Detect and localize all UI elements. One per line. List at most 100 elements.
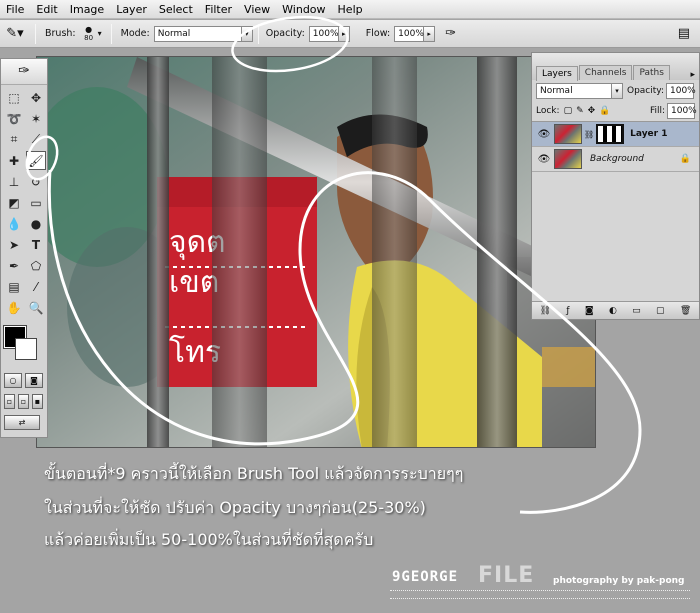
flow-label: Flow: xyxy=(365,28,391,39)
delete-layer-icon[interactable]: 🗑 xyxy=(680,306,691,316)
visibility-eye-icon[interactable]: 👁 xyxy=(536,154,552,165)
background-color-swatch[interactable] xyxy=(15,338,37,360)
layer-name: Layer 1 xyxy=(630,129,668,139)
separator xyxy=(35,23,36,44)
menu-file[interactable]: File xyxy=(0,0,30,19)
hand-tool-icon[interactable]: ✋ xyxy=(4,298,24,317)
layer-thumbnail xyxy=(554,124,582,144)
layer-thumbnail xyxy=(554,149,582,169)
gradient-tool-icon[interactable]: ▭ xyxy=(26,193,46,212)
layer-style-icon[interactable]: ƒ xyxy=(566,306,569,316)
flow-input[interactable]: 100% xyxy=(394,25,425,42)
options-bar: ✎▾ Brush: ● 80 ▾ Mode: Normal ▾ Opacity:… xyxy=(0,20,700,48)
mode-select[interactable]: Normal xyxy=(153,25,242,42)
lasso-tool-icon[interactable]: ➰ xyxy=(4,109,24,128)
separator xyxy=(110,23,112,44)
screen-mode-full-button[interactable]: ▪ xyxy=(32,394,43,409)
fill-input[interactable]: 100% xyxy=(667,103,697,119)
feather-logo-icon: ✑ xyxy=(18,63,30,79)
brush-tool-icon[interactable]: 🖌 xyxy=(26,151,46,170)
jump-to-imageready-button[interactable]: ⇄ xyxy=(4,415,40,430)
marquee-tool-icon[interactable]: ⬚ xyxy=(4,88,24,107)
brush-tool-preset-icon[interactable]: ✎▾ xyxy=(0,26,30,41)
adjustment-layer-icon[interactable]: ◐ xyxy=(609,306,617,316)
menu-filter[interactable]: Filter xyxy=(199,0,238,19)
photography-credit: photography by pak-pong xyxy=(553,576,685,586)
type-tool-icon[interactable]: T xyxy=(26,235,46,254)
clone-stamp-tool-icon[interactable]: ⊥ xyxy=(4,172,24,191)
blur-tool-icon[interactable]: 💧 xyxy=(4,214,24,233)
visibility-eye-icon[interactable]: 👁 xyxy=(536,129,552,140)
airbrush-icon[interactable]: ✑ xyxy=(445,26,456,41)
eyedropper-tool-icon[interactable]: ⁄ xyxy=(26,277,46,296)
separator xyxy=(257,23,259,44)
chain-link-icon[interactable]: ⛓ xyxy=(584,130,594,139)
fill-label: Fill: xyxy=(649,106,665,116)
caption-line-3: แล้วค่อยเพิ่มเป็น 50-100%ในส่วนที่ชัดที่… xyxy=(44,530,374,549)
brush-picker[interactable]: ● 80 xyxy=(80,24,98,42)
tab-paths[interactable]: Paths xyxy=(633,65,670,80)
toolbox: ✑ ⬚ ✥ ➰ ✶ ⌗ ⟋ ✚ 🖌 ⊥ ↺ ◩ ▭ 💧 ● ➤ T ✒ ⬠ ▤ … xyxy=(0,58,48,438)
credits-watermark: 9GEORGE FILE photography by pak-pong xyxy=(390,563,700,613)
tab-layers[interactable]: Layers xyxy=(536,66,578,81)
dodge-tool-icon[interactable]: ● xyxy=(26,214,46,233)
menu-image[interactable]: Image xyxy=(64,0,110,19)
new-layer-icon[interactable]: ▢ xyxy=(656,306,665,316)
palette-well-icon[interactable]: ▤ xyxy=(678,26,690,41)
brush-size-value: 80 xyxy=(84,33,94,42)
healing-brush-tool-icon[interactable]: ✚ xyxy=(4,151,24,170)
blend-mode-dropdown-icon[interactable]: ▾ xyxy=(612,82,623,99)
brush-label: Brush: xyxy=(45,28,76,39)
layer-name: Background xyxy=(590,154,644,164)
menu-edit[interactable]: Edit xyxy=(30,0,63,19)
screen-mode-menubar-button[interactable]: ▫ xyxy=(18,394,29,409)
slice-tool-icon[interactable]: ⟋ xyxy=(26,130,46,149)
menu-window[interactable]: Window xyxy=(276,0,331,19)
shape-tool-icon[interactable]: ⬠ xyxy=(26,256,46,275)
mode-label: Mode: xyxy=(120,28,150,39)
move-tool-icon[interactable]: ✥ xyxy=(26,88,46,107)
lock-icon: 🔒 xyxy=(679,154,691,164)
menu-help[interactable]: Help xyxy=(332,0,369,19)
path-selection-tool-icon[interactable]: ➤ xyxy=(4,235,24,254)
lock-all-icon[interactable]: 🔒 xyxy=(599,106,610,116)
layer-opacity-input[interactable]: 100% xyxy=(666,82,696,99)
blend-mode-select[interactable]: Normal xyxy=(536,82,612,99)
layer-mask-thumbnail[interactable] xyxy=(596,124,625,144)
brush-picker-arrow-icon[interactable]: ▾ xyxy=(98,29,102,38)
mode-dropdown-icon[interactable]: ▾ xyxy=(241,25,253,42)
tab-channels[interactable]: Channels xyxy=(578,65,633,80)
brush-dot-icon: ● xyxy=(85,24,93,34)
opacity-slider-arrow-icon[interactable]: ▸ xyxy=(338,25,350,42)
menu-view[interactable]: View xyxy=(238,0,276,19)
standard-mode-button[interactable]: ○ xyxy=(4,373,22,388)
lock-position-icon[interactable]: ✥ xyxy=(588,106,596,116)
panel-menu-icon[interactable]: ▸ xyxy=(690,70,695,80)
eraser-tool-icon[interactable]: ◩ xyxy=(4,193,24,212)
screen-mode-standard-button[interactable]: ▫ xyxy=(4,394,15,409)
magic-wand-tool-icon[interactable]: ✶ xyxy=(26,109,46,128)
menu-layer[interactable]: Layer xyxy=(110,0,153,19)
zoom-tool-icon[interactable]: 🔍 xyxy=(26,298,46,317)
menu-select[interactable]: Select xyxy=(153,0,199,19)
crop-tool-icon[interactable]: ⌗ xyxy=(4,130,24,149)
layer-row-background[interactable]: 👁 Background 🔒 xyxy=(532,147,699,172)
quick-mask-mode-button[interactable]: ◙ xyxy=(25,373,43,388)
link-layers-icon[interactable]: ⛓ xyxy=(540,306,551,316)
lock-transparency-icon[interactable]: ▢ xyxy=(564,106,573,116)
toolbox-header[interactable]: ✑ xyxy=(1,59,47,85)
add-mask-icon[interactable]: ◙ xyxy=(585,306,594,316)
flow-slider-arrow-icon[interactable]: ▸ xyxy=(424,25,436,42)
history-brush-tool-icon[interactable]: ↺ xyxy=(26,172,46,191)
lock-pixels-icon[interactable]: ✎ xyxy=(576,106,584,116)
fine-print-line xyxy=(390,598,690,601)
document-canvas[interactable]: จุดต เขต โทร xyxy=(36,56,596,448)
notes-tool-icon[interactable]: ▤ xyxy=(4,277,24,296)
layers-panel-footer: ⛓ ƒ ◙ ◐ ▭ ▢ 🗑 xyxy=(532,301,699,319)
layer-row-layer-1[interactable]: 👁 ⛓ Layer 1 xyxy=(532,122,699,147)
new-group-icon[interactable]: ▭ xyxy=(632,306,641,316)
pen-tool-icon[interactable]: ✒ xyxy=(4,256,24,275)
opacity-input[interactable]: 100% xyxy=(308,25,339,42)
layer-opacity-label: Opacity: xyxy=(627,85,664,96)
lock-label: Lock: xyxy=(536,106,560,116)
